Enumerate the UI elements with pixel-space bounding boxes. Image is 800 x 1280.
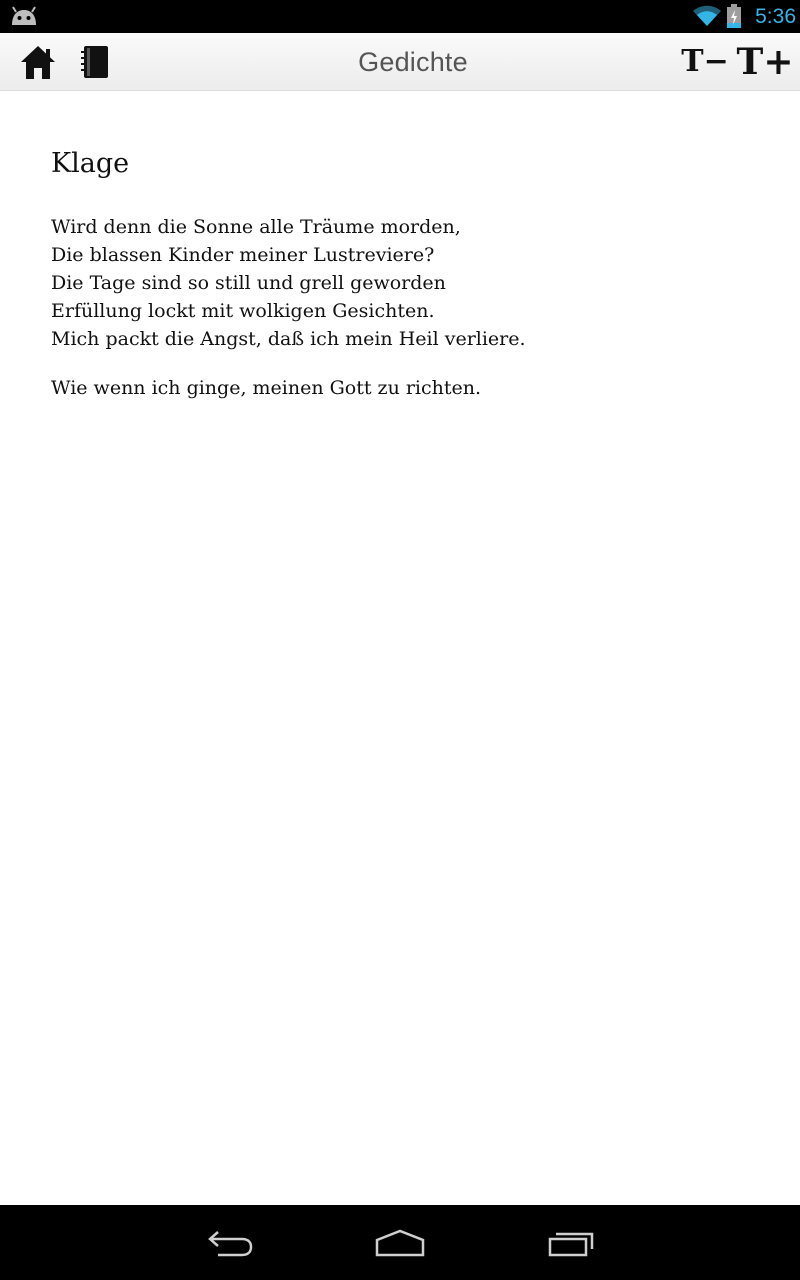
home-outline-icon <box>375 1229 425 1257</box>
android-notification-icon <box>12 6 36 25</box>
notebook-button[interactable] <box>70 33 120 91</box>
increase-text-size-icon: T+ <box>736 41 794 83</box>
action-bar: Gedichte T− T+ <box>0 33 800 91</box>
battery-charging-icon <box>727 4 741 28</box>
poem-line: Erfüllung lockt mit wolkigen Gesichten. <box>51 300 435 322</box>
decrease-text-size-icon: T− <box>681 44 729 79</box>
notebook-icon <box>81 46 108 78</box>
stanza: Wird denn die Sonne alle Träume morden, … <box>51 213 751 353</box>
nav-home-button[interactable] <box>365 1223 435 1263</box>
poem-line: Wird denn die Sonne alle Träume morden, <box>51 216 461 238</box>
status-clock: 5:36 <box>755 5 796 28</box>
poem-line: Mich packt die Angst, daß ich mein Heil … <box>51 328 526 350</box>
navigation-bar <box>0 1205 800 1280</box>
home-button[interactable] <box>12 33 64 91</box>
back-icon <box>208 1231 253 1257</box>
stanza: Wie wenn ich ginge, meinen Gott zu richt… <box>51 374 751 402</box>
back-button[interactable] <box>195 1223 265 1263</box>
decrease-text-size-button[interactable]: T− <box>680 33 730 91</box>
wifi-icon <box>693 5 721 26</box>
status-bar: 5:36 <box>0 0 800 33</box>
recent-apps-button[interactable] <box>536 1223 606 1263</box>
poem-line: Die blassen Kinder meiner Lustreviere? <box>51 244 435 266</box>
page-title: Gedichte <box>358 47 468 77</box>
poem-line: Die Tage sind so still und grell geworde… <box>51 272 446 294</box>
poem-title: Klage <box>51 148 130 179</box>
recent-apps-icon <box>548 1232 594 1257</box>
increase-text-size-button[interactable]: T+ <box>736 33 794 91</box>
home-icon <box>21 46 55 79</box>
poem-line: Wie wenn ich ginge, meinen Gott zu richt… <box>51 377 482 399</box>
